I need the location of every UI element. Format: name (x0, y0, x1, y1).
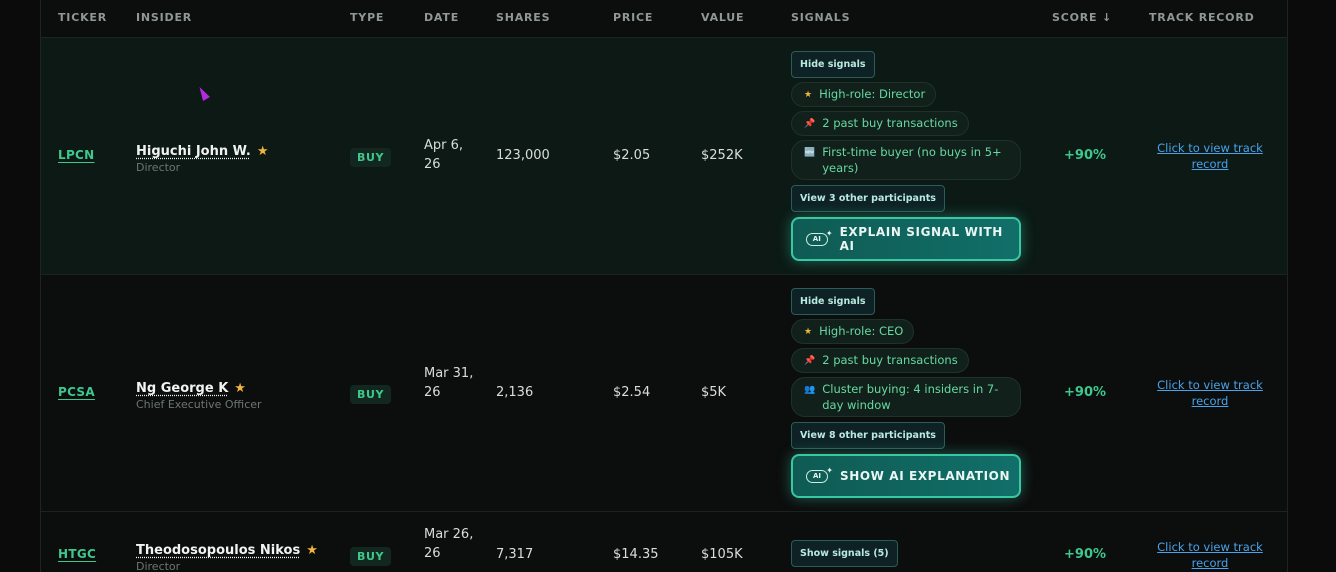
view-participants-button[interactable]: View 8 other participants (791, 422, 945, 449)
hide-signals-button[interactable]: Hide signals (791, 51, 875, 78)
star-icon: ★ (804, 327, 813, 337)
ai-button-label: SHOW AI EXPLANATION (840, 469, 1011, 483)
ai-tag-label: AI (812, 235, 821, 243)
new-icon: 🆕 (804, 148, 816, 158)
insider-name-link[interactable]: Ng George K (136, 381, 228, 396)
signal-text: High-role: Director (819, 87, 926, 101)
hide-signals-button[interactable]: Hide signals (791, 288, 875, 315)
type-badge: BUY (350, 385, 392, 404)
track-record-link[interactable]: Click to view track record (1149, 377, 1271, 409)
signal-text: 2 past buy transactions (822, 116, 958, 130)
header-track-record: TRACK RECORD (1149, 11, 1255, 24)
ai-icon: AI ✦ (806, 466, 833, 483)
score-value: +90% (1064, 547, 1107, 562)
ticker-link[interactable]: LPCN (58, 148, 95, 162)
insider-cell: Theodosopoulos Nikos ★ Director (136, 539, 318, 572)
signal-chip: ★ High-role: Director (791, 82, 937, 107)
insider-name-link[interactable]: Theodosopoulos Nikos (136, 543, 300, 558)
explain-signal-ai-button[interactable]: AI ✦ EXPLAIN SIGNAL WITH AI (791, 217, 1021, 261)
pin-icon: 📌 (804, 119, 816, 129)
trade-date: Apr 6, 26 (424, 138, 464, 172)
insider-trades-table: TICKER INSIDER TYPE DATE SHARES PRICE VA… (40, 0, 1288, 572)
insider-role: Chief Executive Officer (136, 398, 262, 411)
score-value: +90% (1064, 385, 1107, 400)
price-value: $2.54 (613, 385, 651, 400)
signal-chip: ★ High-role: CEO (791, 319, 915, 344)
signal-text: Cluster buying: 4 insiders in 7-day wind… (822, 382, 999, 412)
table-row: PCSA Ng George K ★ Chief Executive Office… (41, 275, 1287, 512)
total-value: $5K (701, 385, 727, 400)
header-insider[interactable]: INSIDER (136, 11, 192, 24)
ticker-link[interactable]: HTGC (58, 547, 96, 561)
header-shares[interactable]: SHARES (496, 11, 550, 24)
signal-chip: 🆕 First-time buyer (no buys in 5+ years) (791, 140, 1021, 180)
ticker-link[interactable]: PCSA (58, 385, 95, 399)
signal-text: High-role: CEO (819, 324, 904, 338)
table-row: LPCN Higuchi John W. ★ Director BUY Apr 6… (41, 38, 1287, 275)
star-icon: ★ (234, 381, 246, 396)
star-icon: ★ (306, 543, 318, 558)
signal-chip: 📌 2 past buy transactions (791, 111, 969, 136)
type-badge: BUY (350, 547, 392, 566)
price-value: $2.05 (613, 148, 651, 163)
star-icon: ★ (256, 144, 269, 159)
show-ai-explanation-button[interactable]: AI ✦ SHOW AI EXPLANATION (791, 454, 1021, 498)
score-value: +90% (1064, 148, 1107, 163)
shares-value: 2,136 (496, 385, 534, 400)
header-date[interactable]: DATE (424, 11, 459, 24)
header-price[interactable]: PRICE (613, 11, 653, 24)
total-value: $252K (701, 148, 743, 163)
header-signals: SIGNALS (791, 11, 851, 24)
people-icon: 👥 (804, 385, 816, 395)
insider-cell: Ng George K ★ Chief Executive Officer (136, 377, 262, 411)
view-participants-button[interactable]: View 3 other participants (791, 185, 945, 212)
type-badge: BUY (350, 148, 392, 167)
table-row: HTGC Theodosopoulos Nikos ★ Director BUY … (41, 512, 1287, 572)
insider-cell: Higuchi John W. ★ Director (136, 140, 269, 174)
insider-role: Director (136, 560, 181, 572)
signal-chip: 📌 2 past buy transactions (791, 348, 969, 373)
trade-date: Mar 31, 26 (424, 366, 474, 400)
insider-role: Director (136, 161, 181, 174)
ai-button-label: EXPLAIN SIGNAL WITH AI (839, 225, 1003, 253)
shares-value: 123,000 (496, 148, 550, 163)
insider-name-link[interactable]: Higuchi John W. (136, 144, 251, 159)
star-icon: ★ (804, 90, 813, 100)
pin-icon: 📌 (804, 356, 816, 366)
track-record-link[interactable]: Click to view track record (1149, 539, 1271, 571)
signal-chip: 👥 Cluster buying: 4 insiders in 7-day win… (791, 377, 1021, 417)
total-value: $105K (701, 547, 743, 562)
table-header: TICKER INSIDER TYPE DATE SHARES PRICE VA… (41, 0, 1287, 38)
header-value[interactable]: VALUE (701, 11, 744, 24)
header-score[interactable]: SCORE ↓ (1052, 11, 1112, 24)
signals-cell: Show signals (5) (791, 540, 1023, 567)
ai-tag-label: AI (812, 472, 822, 480)
signal-text: First-time buyer (no buys in 5+ years) (822, 145, 1002, 175)
header-ticker[interactable]: TICKER (58, 11, 107, 24)
signal-text: 2 past buy transactions (822, 353, 958, 367)
header-type[interactable]: TYPE (350, 11, 384, 24)
show-signals-button[interactable]: Show signals (5) (791, 540, 898, 567)
ai-icon: AI ✦ (806, 229, 833, 246)
price-value: $14.35 (613, 547, 659, 562)
signals-cell: Hide signals ★ High-role: Director 📌 2 pas… (791, 51, 1023, 266)
track-record-link[interactable]: Click to view track record (1149, 140, 1271, 172)
trade-date: Mar 26, 26 (424, 527, 474, 561)
signals-cell: Hide signals ★ High-role: CEO 📌 2 past buy… (791, 288, 1023, 503)
shares-value: 7,317 (496, 547, 534, 562)
